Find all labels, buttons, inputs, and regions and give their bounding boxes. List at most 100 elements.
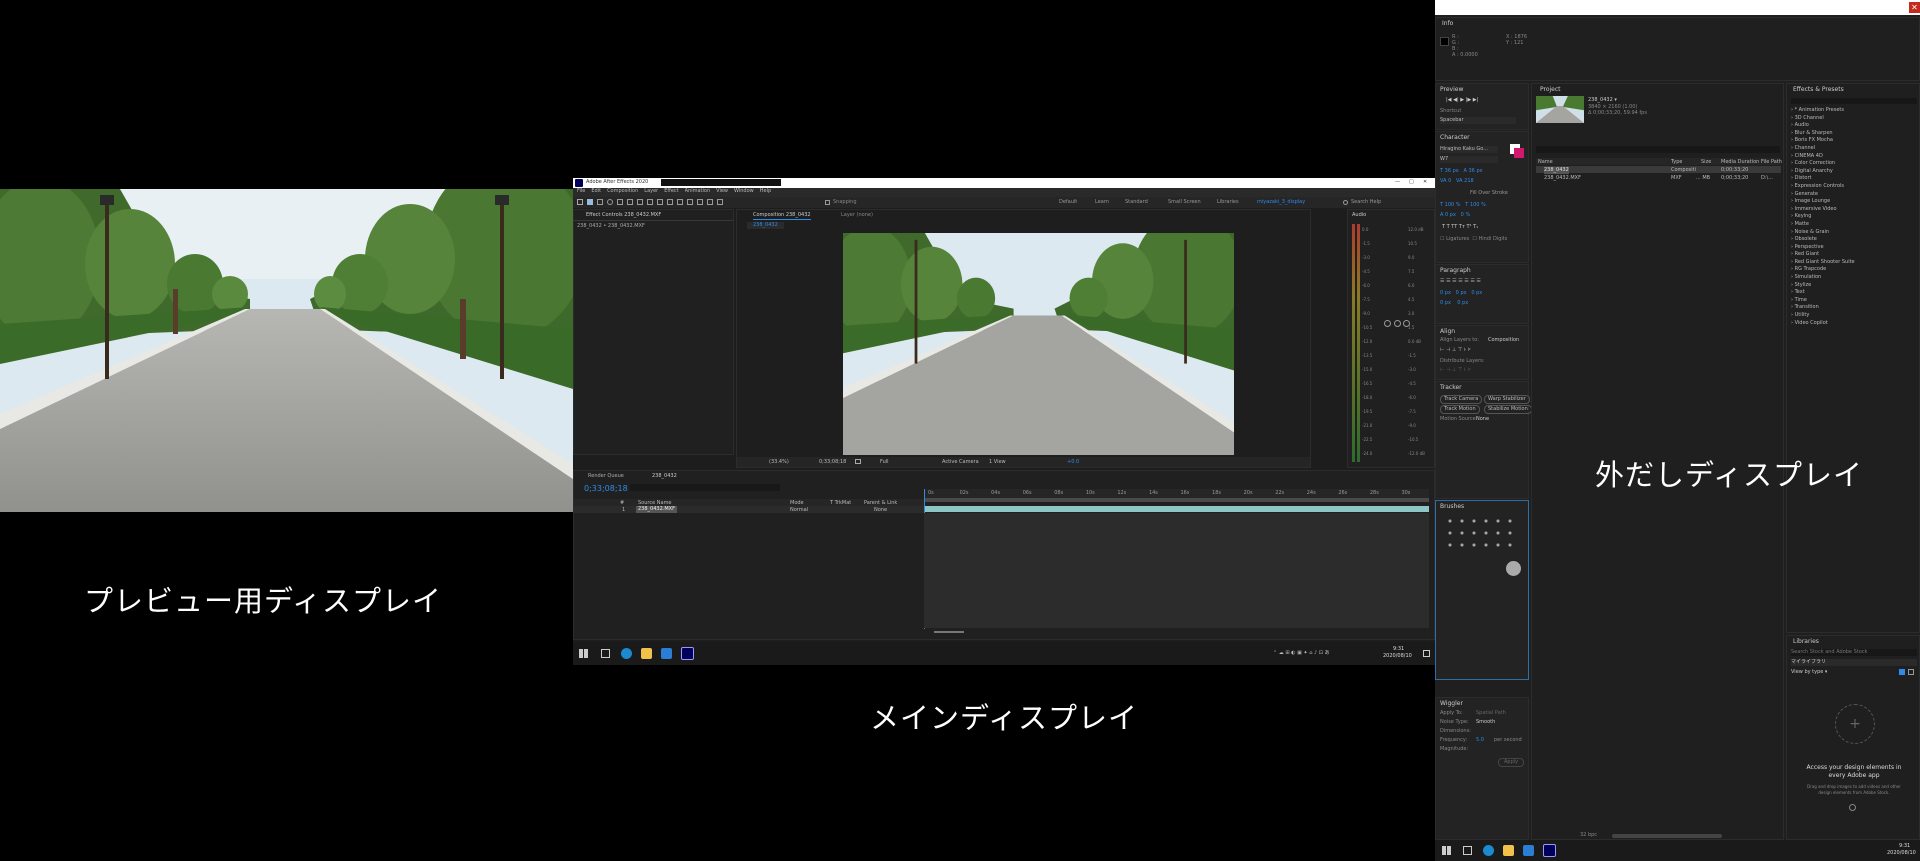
- effects-category[interactable]: › Image Lounge: [1791, 198, 1919, 206]
- tray-icons[interactable]: ⌃ ☁ ⊞ ◐ ▣ ✦ ⌂ ♪ ⊡ あ: [1273, 650, 1330, 657]
- audio-db-label[interactable]: -1.5: [1408, 349, 1434, 363]
- composition-tab[interactable]: Composition 238_0432: [753, 212, 811, 220]
- info-tab[interactable]: Info: [1442, 20, 1453, 27]
- audio-db-label[interactable]: -1.5: [1362, 237, 1382, 251]
- selection-tool-icon[interactable]: [587, 199, 593, 205]
- audio-db-label[interactable]: -3.0: [1362, 251, 1382, 265]
- wiggler-apply-button[interactable]: Apply: [1498, 758, 1525, 767]
- audio-db-label[interactable]: -4.5: [1408, 377, 1434, 391]
- effects-category[interactable]: › Noise & Grain: [1791, 229, 1919, 237]
- task-view-icon[interactable]: [601, 649, 610, 658]
- home-icon[interactable]: [577, 199, 583, 205]
- effects-category[interactable]: › Simulation: [1791, 274, 1919, 282]
- after-effects-taskbar-icon[interactable]: [1543, 844, 1556, 857]
- effects-category[interactable]: › Red Giant Shooter Suite: [1791, 259, 1919, 267]
- task-view-icon[interactable]: [1463, 846, 1472, 855]
- audio-db-label[interactable]: 3.0: [1408, 307, 1434, 321]
- font-style-dropdown[interactable]: W7: [1440, 156, 1498, 163]
- project-scrollbar[interactable]: [1612, 834, 1722, 838]
- effects-category[interactable]: › Audio: [1791, 122, 1919, 130]
- notification-icon[interactable]: [1423, 650, 1430, 657]
- layer-row[interactable]: 1 238_0432.MXF Normal None: [574, 506, 924, 513]
- warp-stabilizer-button[interactable]: Warp Stabilizer: [1484, 395, 1530, 404]
- layer-mode[interactable]: Normal: [790, 507, 808, 514]
- audio-db-label[interactable]: -4.5: [1362, 265, 1382, 279]
- clock-date[interactable]: 2020/08/10: [1383, 653, 1412, 660]
- libraries-view-by[interactable]: View by type ▾: [1791, 669, 1827, 676]
- shortcut-dropdown[interactable]: Spacebar: [1440, 117, 1516, 124]
- audio-tab[interactable]: Audio: [1352, 212, 1366, 219]
- composition-viewer[interactable]: [843, 233, 1234, 455]
- layer-track-bar[interactable]: [924, 506, 1429, 512]
- clone-stamp-tool-icon[interactable]: [687, 199, 693, 205]
- work-area-bar[interactable]: [924, 498, 1429, 502]
- audio-db-label[interactable]: 7.5: [1408, 265, 1434, 279]
- libraries-dropdown[interactable]: マイライブラリ: [1791, 659, 1917, 666]
- audio-db-label[interactable]: -12.0: [1362, 335, 1382, 349]
- effects-category[interactable]: › Immersive Video: [1791, 206, 1919, 214]
- effects-category[interactable]: › CINEMA 4D: [1791, 153, 1919, 161]
- workspace-standard[interactable]: Standard: [1125, 199, 1148, 206]
- audio-db-label[interactable]: 0.0: [1362, 223, 1382, 237]
- noise-type-dropdown[interactable]: Smooth: [1476, 719, 1495, 726]
- maximize-button[interactable]: □: [1409, 179, 1414, 186]
- layer-name[interactable]: 238_0432.MXF: [636, 506, 677, 513]
- hand-tool-icon[interactable]: [597, 199, 603, 205]
- brushes-tab[interactable]: Brushes: [1440, 503, 1464, 510]
- search-help-icon[interactable]: [1343, 200, 1348, 205]
- workspace-small-screen[interactable]: Small Screen: [1168, 199, 1201, 206]
- viewer-time[interactable]: 0;33;08;18: [819, 459, 846, 466]
- effects-category[interactable]: › Keying: [1791, 213, 1919, 221]
- workspace-default[interactable]: Default: [1059, 199, 1077, 206]
- char-fields[interactable]: VA 0 VA 218: [1440, 178, 1474, 185]
- audio-db-label[interactable]: -12.0 dB: [1408, 447, 1434, 461]
- audio-db-label[interactable]: 9.0: [1408, 251, 1434, 265]
- distribute-buttons[interactable]: ⊢ ⊣ ⊥ ⊤ ⊦ ⊧: [1440, 367, 1471, 374]
- audio-db-label[interactable]: -7.5: [1408, 405, 1434, 419]
- comp-subtab[interactable]: 238_0432: [747, 222, 784, 229]
- col-file-path[interactable]: File Path: [1761, 159, 1782, 166]
- viewer-resolution[interactable]: Full: [880, 459, 889, 466]
- audio-db-label[interactable]: 6.0: [1408, 279, 1434, 293]
- stabilize-motion-button[interactable]: Stabilize Motion: [1484, 405, 1532, 414]
- motion-source-dropdown[interactable]: None: [1476, 416, 1489, 423]
- audio-db-label[interactable]: -19.5: [1362, 405, 1382, 419]
- effects-category[interactable]: › Channel: [1791, 145, 1919, 153]
- libraries-search-field[interactable]: Search Stock and Adobe Stock: [1791, 649, 1917, 656]
- wiggler-apply-to-dropdown[interactable]: Spatial Path: [1476, 710, 1506, 717]
- audio-db-label[interactable]: 4.5: [1408, 293, 1434, 307]
- effects-category[interactable]: › 3D Channel: [1791, 115, 1919, 123]
- audio-db-label[interactable]: 0.0 dB: [1408, 335, 1434, 349]
- audio-db-label[interactable]: -21.0: [1362, 419, 1382, 433]
- indent-fields[interactable]: 0 px 0 px 0 px: [1440, 290, 1482, 297]
- effects-category[interactable]: › Generate: [1791, 191, 1919, 199]
- file-explorer-icon[interactable]: [641, 648, 652, 659]
- timeline-tab[interactable]: 238_0432: [652, 473, 677, 480]
- layer-tab[interactable]: Layer (none): [841, 212, 873, 219]
- eraser-tool-icon[interactable]: [697, 199, 703, 205]
- zoom-tool-icon[interactable]: [607, 199, 613, 205]
- time-ruler[interactable]: 0s 02s 04s 06s 08s 10s 12s 14s 16s 18s 20s 22s 24s 26…: [924, 489, 1429, 498]
- timeline-search-field[interactable]: [630, 484, 780, 491]
- info-icon[interactable]: [1849, 804, 1856, 811]
- menu-effect[interactable]: Effect: [664, 188, 678, 197]
- effects-category[interactable]: › Digital Anarchy: [1791, 168, 1919, 176]
- space-fields[interactable]: 0 px 0 px: [1440, 300, 1468, 307]
- ext-close-button[interactable]: ✕: [1909, 2, 1920, 13]
- menu-help[interactable]: Help: [760, 188, 771, 197]
- menu-file[interactable]: File: [577, 188, 585, 197]
- effects-category[interactable]: › Perspective: [1791, 244, 1919, 252]
- menu-view[interactable]: View: [716, 188, 728, 197]
- stroke-color-swatch[interactable]: [1514, 148, 1524, 158]
- char-fields[interactable]: T 36 px A 36 px: [1440, 168, 1483, 175]
- pen-tool-icon[interactable]: [657, 199, 663, 205]
- menu-edit[interactable]: Edit: [591, 188, 601, 197]
- audio-db-label[interactable]: -3.0: [1408, 363, 1434, 377]
- preview-transport[interactable]: |◀ ◀| ▶ |▶ ▶|: [1446, 97, 1478, 104]
- search-help-field[interactable]: Search Help: [1351, 199, 1381, 206]
- character-tab[interactable]: Character: [1440, 134, 1470, 141]
- track-camera-button[interactable]: Track Camera: [1440, 395, 1483, 404]
- effects-category[interactable]: › Stylize: [1791, 282, 1919, 290]
- viewer-exposure[interactable]: +0.0: [1067, 459, 1079, 466]
- effects-category[interactable]: › Text: [1791, 289, 1919, 297]
